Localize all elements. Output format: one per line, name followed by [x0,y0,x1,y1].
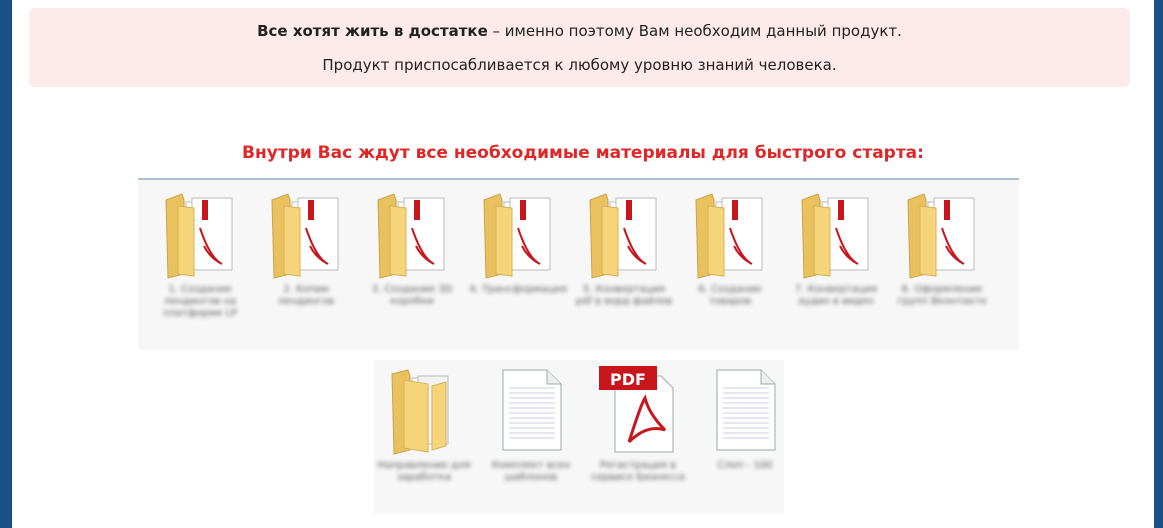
pdf-folder-icon [680,188,780,280]
item-label: 7. Конвертация аудио в видео [794,284,878,307]
notice-bold-text: Все хотят жить в достатке [257,22,488,40]
item-label: Слоп - 100 [717,460,773,471]
folder-icon [374,364,474,456]
pdf-folder-icon [468,188,568,280]
file-item[interactable]: PDF Регистрация в сервисе Бизнесса [588,364,688,484]
document-icon [695,364,795,456]
item-label: 2. Копии лендингов [277,284,335,307]
item-label: Комплект всех шаблонов [491,460,571,483]
svg-text:PDF: PDF [610,370,646,389]
item-label: 3. Создание 3D коробки [371,284,453,307]
page-content: Все хотят жить в достатке – именно поэто… [12,0,1154,528]
notice-box: Все хотят жить в достатке – именно поэто… [29,8,1130,87]
folder-item[interactable]: 2. Копии лендингов [256,188,356,308]
pdf-folder-icon [574,188,674,280]
folder-item[interactable]: 3. Создание 3D коробки [362,188,462,308]
pdf-folder-icon [362,188,462,280]
item-label: Направление для заработка [377,460,471,483]
folder-item[interactable]: 6. Создание товаров [680,188,780,308]
file-item[interactable]: Слоп - 100 [695,364,795,472]
folder-item[interactable]: 7. Конвертация аудио в видео [786,188,886,308]
pdf-folder-icon [892,188,992,280]
document-icon [481,364,581,456]
pdf-folder-icon [150,188,250,280]
folder-item[interactable]: 4. Трансформация [468,188,568,296]
folder-item[interactable]: 5. Конвертация pdf в ворд файлов [574,188,674,308]
item-label: 5. Конвертация pdf в ворд файлов [575,284,673,307]
item-label: 4. Трансформация [469,284,567,295]
files-panel: Направление для заработка Комплект всех … [374,360,784,514]
notice-line-1: Все хотят жить в достатке – именно поэто… [29,14,1130,48]
item-label: 6. Создание товаров [698,284,762,307]
folders-panel: 1. Создание лендингов на платформе LP 2.… [138,178,1019,350]
file-item[interactable]: Комплект всех шаблонов [481,364,581,484]
item-label: Регистрация в сервисе Бизнесса [591,460,685,483]
materials-heading: Внутри Вас ждут все необходимые материал… [242,143,924,163]
item-label: 8. Оформление групп Вконтакте [897,284,987,307]
pdf-folder-icon [256,188,356,280]
file-item[interactable]: Направление для заработка [374,364,474,484]
pdf-file-icon: PDF [588,364,688,456]
folder-item[interactable]: 1. Создание лендингов на платформе LP [150,188,250,320]
notice-rest-text: – именно поэтому Вам необходим данный пр… [487,22,902,40]
item-label: 1. Создание лендингов на платформе LP [162,284,238,319]
folder-item[interactable]: 8. Оформление групп Вконтакте [892,188,992,308]
notice-line-2: Продукт приспосабливается к любому уровн… [322,56,837,74]
pdf-folder-icon [786,188,886,280]
